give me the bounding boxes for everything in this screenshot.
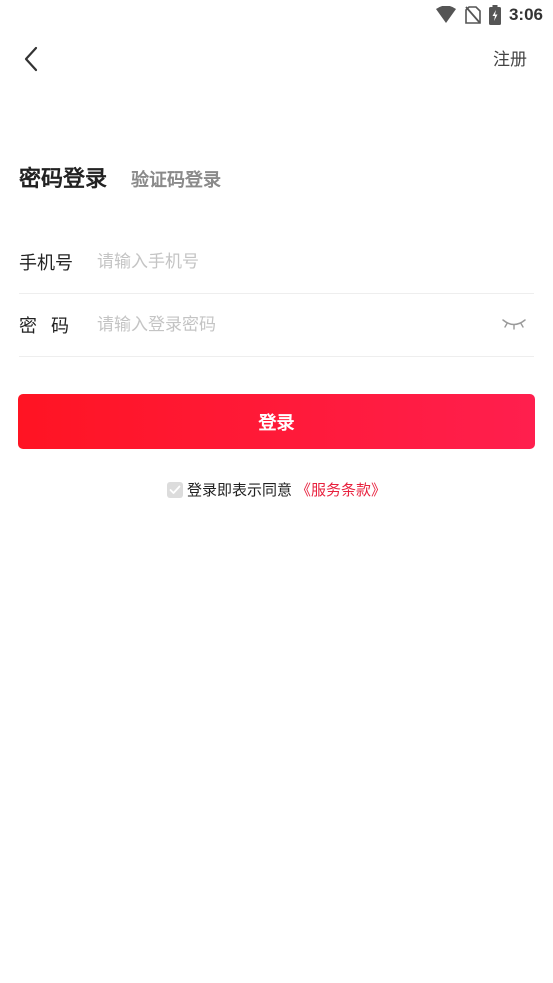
agreement: 登录即表示同意 《服务条款》 [0,479,553,501]
agree-checkbox[interactable] [166,479,183,501]
login-mode-tabs: 密码登录 验证码登录 [19,163,221,198]
password-label: 密码 [19,316,83,337]
phone-input[interactable] [97,247,534,277]
password-row: 密码 [19,294,534,357]
agreement-text: 登录即表示同意 [186,481,292,499]
password-input[interactable] [97,310,494,340]
back-button[interactable] [14,43,48,79]
no-sim-icon [465,6,481,24]
password-visibility-toggle[interactable] [494,310,534,340]
battery-charging-icon [488,5,501,25]
check-icon [169,479,181,501]
chevron-left-icon [23,46,39,76]
terms-link[interactable]: 《服务条款》 [296,479,386,501]
status-bar: 3:06 [0,0,553,30]
wifi-icon [435,6,457,24]
register-link[interactable]: 注册 [493,48,527,72]
phone-row: 手机号 [19,231,534,294]
eye-closed-icon [501,316,527,335]
tab-code-login[interactable]: 验证码登录 [131,164,221,198]
status-time: 3:06 [508,5,543,24]
login-button[interactable]: 登录 [18,394,535,449]
phone-label: 手机号 [19,253,73,274]
tab-password-login[interactable]: 密码登录 [19,163,107,197]
status-icons: 3:06 [435,4,543,26]
